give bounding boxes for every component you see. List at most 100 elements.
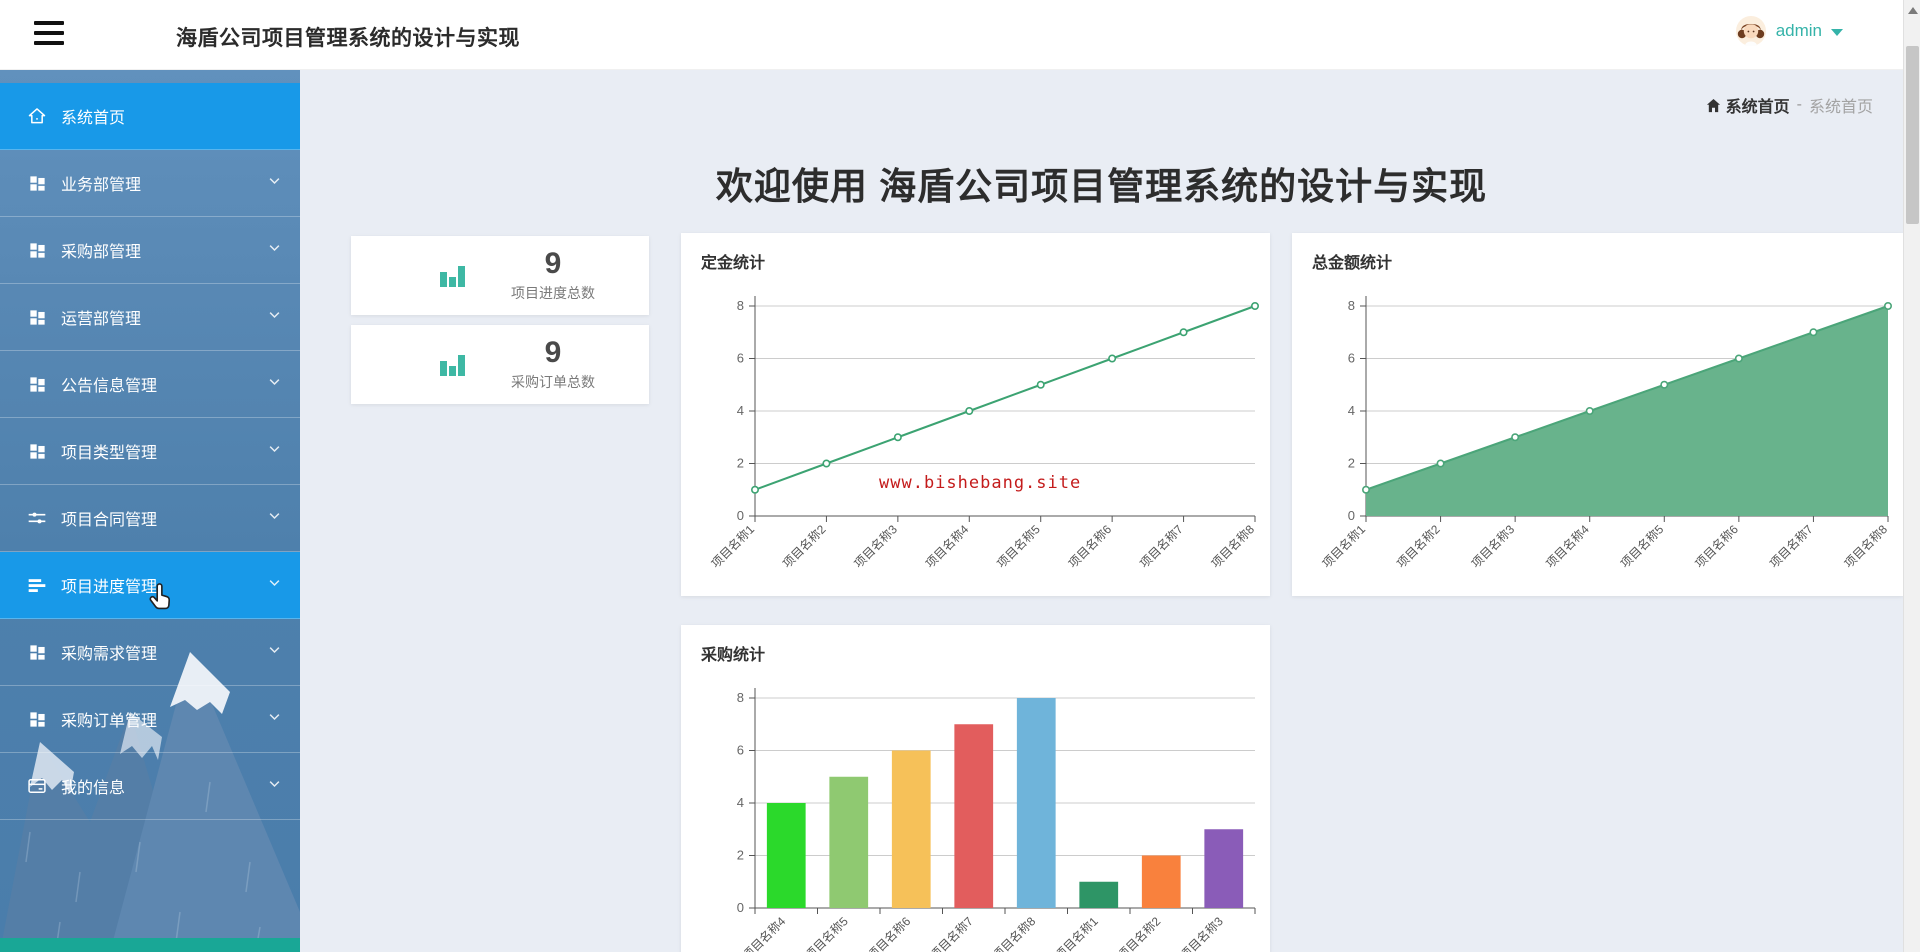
data-point [1883,302,1892,311]
scroll-up-arrow-icon[interactable] [1908,7,1918,14]
x-axis-label: 项目名称3 [851,521,900,570]
sidebar-item-label: 采购部管理 [61,244,142,261]
data-point [965,407,974,416]
y-axis-label: 6 [737,351,744,366]
y-axis-label: 0 [737,508,744,523]
x-axis-label: 项目名称7 [927,913,976,952]
stat-card-purchase-orders: 9 采购订单总数 [351,325,649,404]
x-axis-label: 项目名称1 [1319,521,1368,570]
chevron-down-icon[interactable] [267,307,282,327]
sidebar-item-10[interactable]: 我的信息 [0,753,300,820]
breadcrumb-separator: - [1796,96,1802,113]
sidebar-item-3[interactable]: 运营部管理 [0,284,300,351]
main-content: 系统首页 - 系统首页 欢迎使用 海盾公司项目管理系统的设计与实现 9 项目进度… [300,70,1903,952]
breadcrumb: 系统首页 - 系统首页 [1706,93,1873,117]
sidebar-item-label: 项目类型管理 [61,445,158,462]
sidebar-item-9[interactable]: 采购订单管理 [0,686,300,753]
app-title: 海盾公司项目管理系统的设计与实现 [176,27,520,50]
x-axis-label: 项目名称2 [779,521,828,570]
breadcrumb-home[interactable]: 系统首页 [1706,93,1790,117]
chevron-down-icon[interactable] [267,642,282,662]
chevron-down-icon[interactable] [267,776,282,796]
bar [1016,698,1056,908]
chart-canvas: 0 2 4 6 8 项目名称1 项目名称2 项目名称3 项目名称4 项目名称5 项目名称6 项目名称7… [1319,296,1892,571]
x-axis-label: 项目名称8 [1208,521,1257,570]
data-point [822,459,831,468]
chevron-down-icon[interactable] [267,575,282,595]
vertical-scrollbar[interactable] [1903,0,1920,952]
welcome-title: 欢迎使用 海盾公司项目管理系统的设计与实现 [715,166,1488,207]
list-icon [26,574,48,596]
data-point [1036,380,1045,389]
data-point [1108,354,1117,363]
user-menu[interactable]: admin [1735,15,1843,47]
sidebar: 系统首页业务部管理采购部管理运营部管理 公告信息管理项目类型管理 项目合同管理项目进… [0,70,300,952]
x-axis-label: 项目名称4 [1543,521,1592,570]
grid-icon [26,373,48,395]
sidebar-bottom-strip [0,938,300,952]
chevron-down-icon [1831,28,1843,36]
bar [891,750,931,908]
sidebar-item-8[interactable]: 采购需求管理 [0,619,300,686]
sidebar-item-0[interactable]: 系统首页 [0,83,300,150]
y-axis-label: 2 [737,456,744,471]
y-axis-label: 0 [1348,508,1355,523]
bar [766,803,806,908]
stat-value: 9 [544,247,562,280]
sidebar-item-1[interactable]: 业务部管理 [0,150,300,217]
sidebar-item-label: 我的信息 [61,780,126,797]
chevron-down-icon[interactable] [267,374,282,394]
sidebar-item-6[interactable]: 项目合同管理 [0,485,300,552]
x-axis-label: 项目名称5 [1617,521,1666,570]
chart-card-total-amount-stats: 总金额统计 0 2 4 6 8 项目名称1 项目名称2 项目名称3 项目名称4 项目名称5 项目名称… [1292,233,1903,596]
x-axis-label: 项目名称1 [708,521,757,570]
data-point [1734,354,1743,363]
sidebar-item-4[interactable]: 公告信息管理 [0,351,300,418]
x-axis-label: 项目名称3 [1468,521,1517,570]
data-point [1809,328,1818,337]
y-axis-label: 6 [737,743,744,758]
grid-icon [26,440,48,462]
x-axis-label: 项目名称4 [922,521,971,570]
x-axis-label: 项目名称2 [1393,521,1442,570]
sidebar-item-label: 业务部管理 [61,177,142,194]
bar-chart-icon [433,259,473,293]
chevron-down-icon[interactable] [267,508,282,528]
grid-icon [26,306,48,328]
x-axis-label: 项目名称7 [1766,521,1815,570]
data-point [1250,302,1259,311]
sidebar-item-5[interactable]: 项目类型管理 [0,418,300,485]
scrollbar-thumb[interactable] [1906,46,1919,224]
sidebar-item-7[interactable]: 项目进度管理 [0,552,300,619]
home-icon [1706,98,1720,112]
chevron-down-icon[interactable] [267,709,282,729]
x-axis-label: 项目名称4 [739,913,788,952]
y-axis-label: 0 [737,900,744,915]
bar [829,776,869,908]
data-point [1362,485,1371,494]
chevron-down-icon[interactable] [267,173,282,193]
y-axis-label: 4 [737,403,744,418]
sidebar-item-label: 项目合同管理 [61,512,158,529]
grid-icon [26,641,48,663]
chart-card-purchase-stats: 采购统计 0 2 4 6 8 项目名称4 项目名称5 项目名称6 项目名称7 项目名称8 项目名称1… [681,625,1270,952]
area-chart: 0 2 4 6 8 项目名称1 项目名称2 项目名称3 项目名称4 项目名称5 项目名称6 项目名称7… [1292,233,1903,596]
chevron-down-icon[interactable] [267,441,282,461]
x-axis-label: 项目名称5 [802,913,851,952]
card-icon [26,775,48,797]
y-axis-label: 8 [737,298,744,313]
watermark: www.bishebang.site [879,473,1082,493]
bar [1204,829,1244,908]
x-axis-label: 项目名称1 [1052,913,1101,952]
x-axis-label: 项目名称6 [1065,521,1114,570]
menu-toggle-icon[interactable] [34,21,66,49]
chart-title: 总金额统计 [1312,255,1393,272]
sidebar-item-2[interactable]: 采购部管理 [0,217,300,284]
x-axis-label: 项目名称6 [864,913,913,952]
chevron-down-icon[interactable] [267,240,282,260]
bar [1141,855,1181,908]
data-point [1436,459,1445,468]
data-point [751,485,760,494]
avatar [1735,16,1766,46]
x-axis-label: 项目名称3 [1177,913,1226,952]
